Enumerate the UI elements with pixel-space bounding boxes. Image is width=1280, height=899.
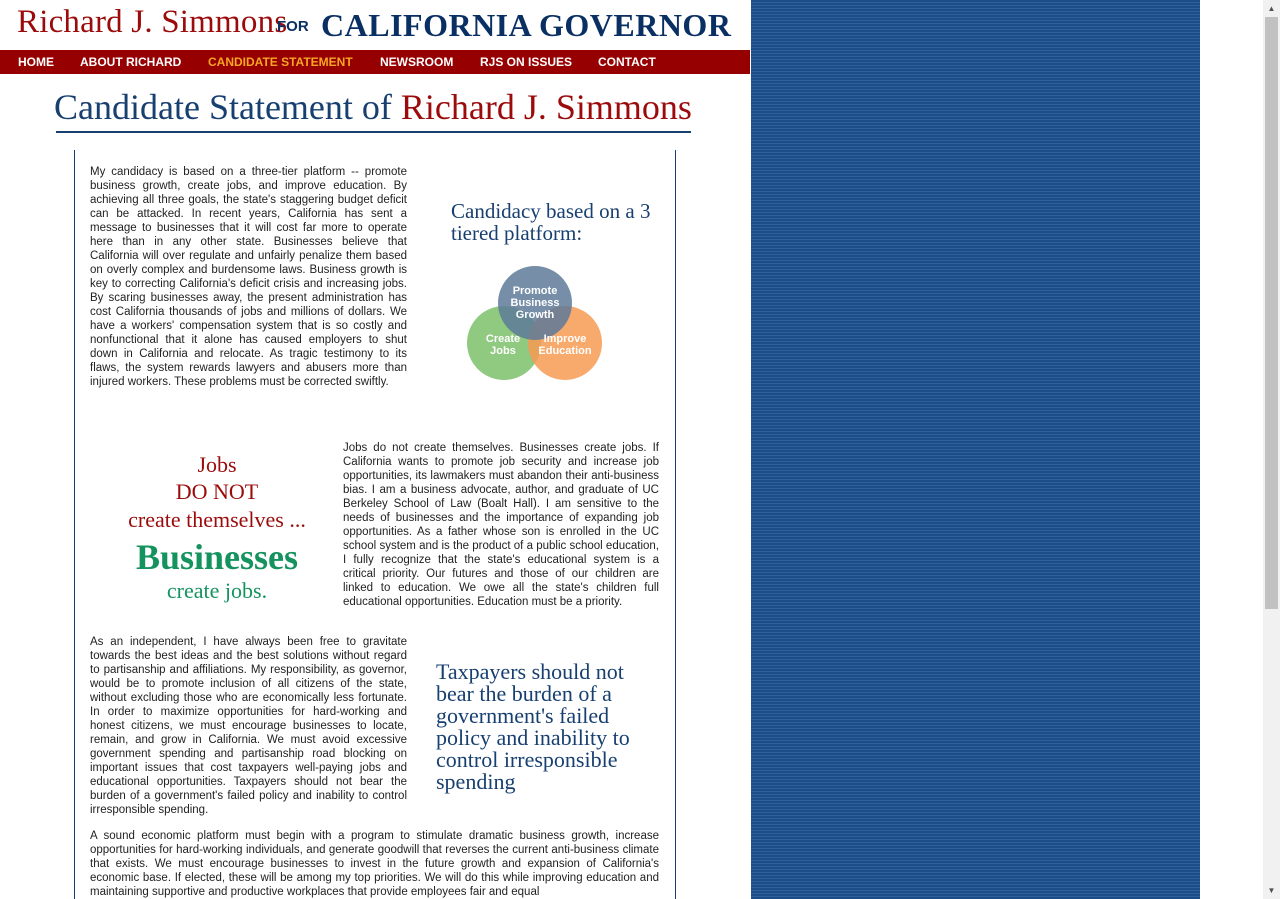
statement-paragraph-platform: My candidacy is based on a three-tier pl…	[90, 166, 407, 388]
page-content: Richard J. Simmons FOR CALIFORNIA GOVERN…	[0, 0, 750, 899]
jobs-slogan-line-5: create jobs.	[166, 578, 268, 603]
statement-paragraph-independent: As an independent, I have always been fr…	[90, 636, 407, 816]
header-office-title[interactable]: CALIFORNIA GOVERNOR	[321, 7, 731, 44]
header-candidate-name[interactable]: Richard J. Simmons	[17, 4, 287, 41]
header-for-label: FOR	[277, 18, 309, 35]
nav-newsroom[interactable]: NEWSROOM	[380, 55, 453, 69]
venn-label-top-2: Business	[511, 297, 560, 309]
nav-home[interactable]: HOME	[18, 55, 54, 69]
nav-rjs-on-issues[interactable]: RJS ON ISSUES	[480, 55, 572, 69]
venn-label-left-2: Jobs	[490, 345, 516, 357]
scroll-up-arrow-icon[interactable]: ▲	[1263, 0, 1280, 17]
jobs-slogan-graphic: Jobs DO NOT create themselves ... Busine…	[90, 450, 344, 610]
jobs-slogan-line-2: DO NOT	[175, 479, 259, 504]
venn-label-top-3: Growth	[516, 309, 555, 321]
callout-platform: Candidacy based on a 3 tiered platform:	[451, 199, 651, 245]
title-underline	[56, 131, 691, 133]
main-nav: HOME ABOUT RICHARD CANDIDATE STATEMENT N…	[0, 50, 750, 74]
page-title-prefix: Candidate Statement of	[54, 87, 392, 127]
page-title: Candidate Statement of Richard J. Simmon…	[54, 86, 692, 128]
site-header: Richard J. Simmons FOR CALIFORNIA GOVERN…	[0, 0, 750, 50]
nav-candidate-statement[interactable]: CANDIDATE STATEMENT	[208, 55, 353, 69]
platform-venn-diagram: Promote Business Growth Create Jobs Impr…	[467, 266, 602, 380]
jobs-slogan-line-3: create themselves ...	[128, 507, 306, 532]
scroll-down-arrow-icon[interactable]: ▼	[1263, 882, 1280, 899]
page-title-name: Richard J. Simmons	[400, 87, 692, 127]
nav-contact[interactable]: CONTACT	[598, 55, 656, 69]
vertical-scrollbar[interactable]: ▲ ▼	[1263, 0, 1280, 899]
striped-background	[751, 0, 1200, 899]
venn-label-left-1: Create	[486, 333, 520, 345]
callout-taxpayers: Taxpayers should not bear the burden of …	[436, 659, 630, 794]
venn-label-top-1: Promote	[513, 285, 558, 297]
venn-label-right-2: Education	[538, 345, 591, 357]
statement-paragraph-jobs: Jobs do not create themselves. Businesse…	[343, 442, 659, 608]
statement-paragraph-economic: A sound economic platform must begin wit…	[90, 830, 659, 898]
venn-label-right-1: Improve	[544, 333, 587, 345]
scrollbar-thumb[interactable]	[1265, 17, 1278, 609]
jobs-slogan-businesses: Businesses	[135, 537, 299, 577]
nav-about-richard[interactable]: ABOUT RICHARD	[80, 55, 181, 69]
jobs-slogan-line-1: Jobs	[197, 452, 237, 477]
